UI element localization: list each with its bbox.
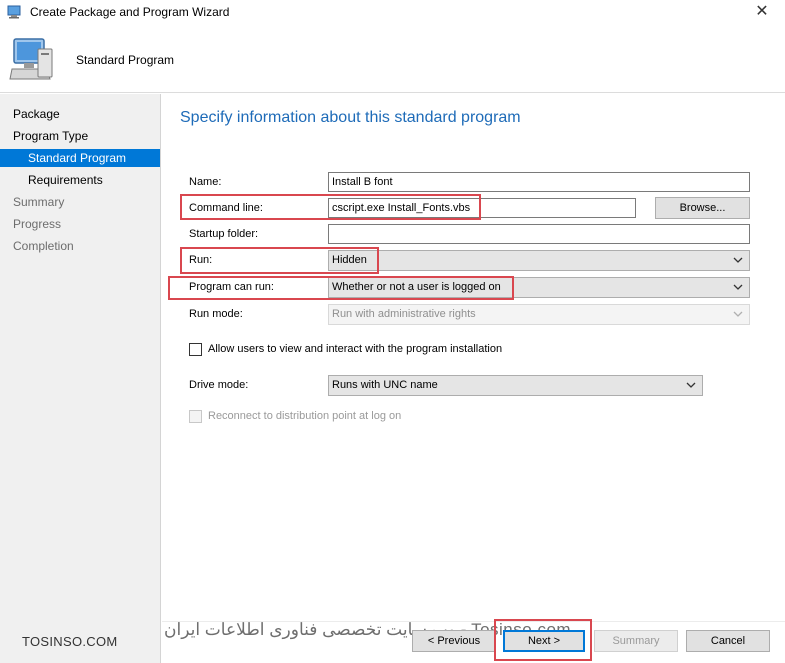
window-title: Create Package and Program Wizard (30, 5, 230, 19)
reconnect-checkbox (189, 410, 202, 423)
nav-item-program-type: Program Type (13, 129, 89, 143)
command-line-label: Command line: (189, 202, 263, 214)
summary-button: Summary (594, 630, 678, 652)
run-mode-value: Run with administrative rights (332, 308, 476, 320)
previous-button[interactable]: < Previous (412, 630, 496, 652)
header-title: Standard Program (76, 53, 175, 67)
run-mode-dropdown: Run with administrative rights (328, 304, 750, 325)
wizard-header: Standard Program (0, 25, 785, 93)
name-label: Name: (189, 176, 222, 188)
run-dropdown[interactable]: Hidden (328, 250, 750, 271)
allow-interact-label[interactable]: Allow users to view and interact with th… (208, 343, 502, 355)
chevron-down-icon (686, 382, 696, 388)
startup-folder-label: Startup folder: (189, 228, 259, 240)
computer-wizard-icon (9, 38, 53, 80)
allow-interact-checkbox[interactable] (189, 343, 202, 356)
watermark-site: TOSINSO.COM (22, 634, 118, 649)
command-line-input[interactable]: cscript.exe Install_Fonts.vbs (328, 198, 636, 218)
run-mode-label: Run mode: (189, 308, 243, 320)
program-can-run-value: Whether or not a user is logged on (332, 281, 501, 293)
name-input[interactable]: Install B font (328, 172, 750, 192)
nav-item-summary: Summary (13, 195, 65, 209)
nav-item-package: Package (13, 107, 60, 121)
close-icon: ✕ (755, 3, 769, 20)
drive-mode-label: Drive mode: (189, 379, 249, 391)
run-label: Run: (189, 254, 213, 266)
wizard-app-icon (7, 5, 21, 19)
chevron-down-icon (733, 311, 743, 317)
nav-item-requirements: Requirements (28, 173, 103, 187)
page-title: Specify information about this standard … (180, 109, 521, 126)
nav-item-standard-program: Standard Program (0, 149, 160, 167)
wizard-steps-nav: Package Program Type Standard Program Re… (0, 94, 161, 663)
chevron-down-icon (733, 257, 743, 263)
program-can-run-label: Program can run: (189, 281, 274, 293)
drive-mode-value: Runs with UNC name (332, 379, 438, 391)
close-button[interactable]: ✕ (739, 0, 785, 25)
run-dropdown-value: Hidden (332, 254, 367, 266)
nav-item-completion: Completion (13, 239, 74, 253)
chevron-down-icon (733, 284, 743, 290)
reconnect-label: Reconnect to distribution point at log o… (208, 410, 402, 422)
startup-folder-input[interactable] (328, 224, 750, 244)
cancel-button[interactable]: Cancel (686, 630, 770, 652)
program-can-run-dropdown[interactable]: Whether or not a user is logged on (328, 277, 750, 298)
browse-button[interactable]: Browse... (655, 197, 750, 219)
nav-item-progress: Progress (13, 217, 62, 231)
title-bar: Create Package and Program Wizard ✕ (0, 0, 785, 25)
next-button[interactable]: Next > (503, 630, 585, 652)
drive-mode-dropdown[interactable]: Runs with UNC name (328, 375, 703, 396)
